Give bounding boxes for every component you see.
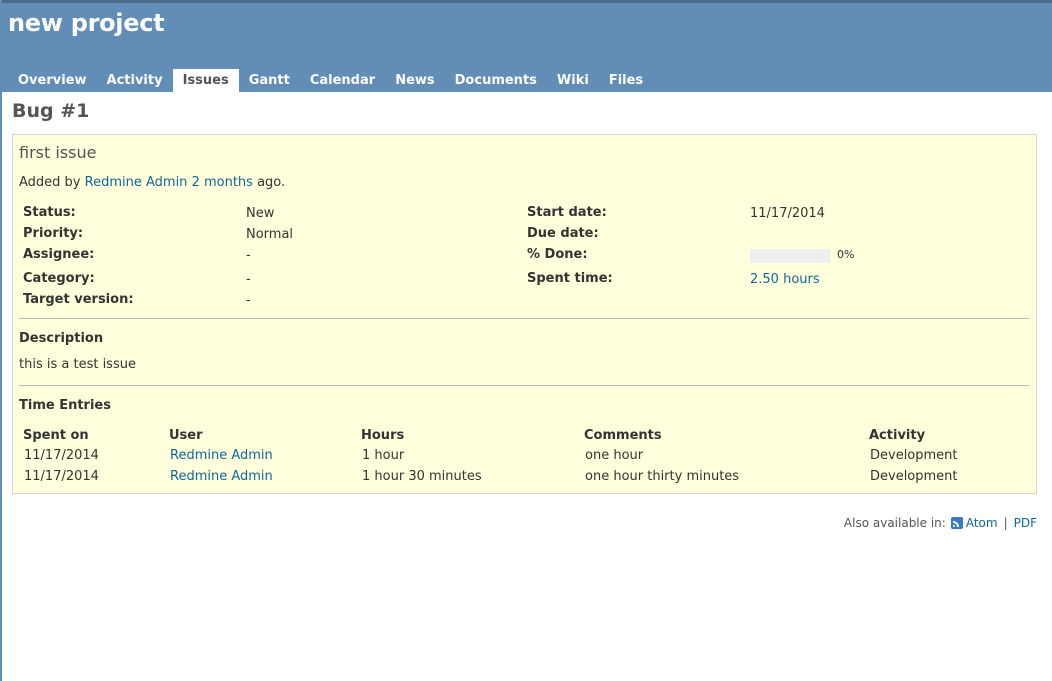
comments-cell: one hour thirty minutes: [585, 469, 740, 484]
separator: |: [1003, 516, 1008, 530]
done-percent: 0%: [837, 248, 855, 261]
status-label: Status:: [23, 205, 76, 220]
author-suffix: ago.: [257, 175, 286, 190]
priority-value: Normal: [246, 227, 294, 242]
time-entries-title: Time Entries: [19, 398, 111, 413]
project-title: new project: [8, 9, 165, 37]
done-label: % Done:: [527, 247, 588, 262]
issue-heading: Bug #1: [12, 100, 90, 122]
description-title: Description: [19, 331, 104, 346]
tab-calendar[interactable]: Calendar: [300, 69, 385, 92]
category-label: Category:: [23, 271, 95, 286]
atom-link[interactable]: Atom: [966, 516, 998, 530]
target-version-value: -: [246, 293, 251, 308]
rss-feed-icon[interactable]: [950, 517, 963, 529]
user-link[interactable]: Redmine Admin: [170, 469, 273, 484]
column-header-activity: Activity: [869, 428, 926, 443]
user-link[interactable]: Redmine Admin: [170, 448, 273, 463]
tab-wiki[interactable]: Wiki: [547, 69, 599, 92]
column-header-hours: Hours: [361, 428, 405, 443]
tab-activity[interactable]: Activity: [97, 69, 173, 92]
column-header-user: User: [169, 428, 203, 443]
start-date-value: 11/17/2014: [750, 206, 825, 221]
hours-cell: 1 hour: [362, 448, 405, 463]
start-date-label: Start date:: [527, 205, 607, 220]
other-formats-label: Also available in:: [843, 516, 946, 530]
activity-cell: Development: [870, 448, 958, 463]
content: Bug #1 first issue Added by Redmine Admi…: [0, 92, 1052, 681]
due-date-label: Due date:: [527, 226, 599, 241]
hours-cell: 1 hour 30 minutes: [362, 469, 482, 484]
assignee-value: -: [246, 248, 251, 263]
status-value: New: [246, 206, 275, 221]
category-value: -: [246, 272, 251, 287]
spent-on-cell: 11/17/2014: [24, 469, 99, 484]
spent-time-link[interactable]: 2.50 hours: [750, 272, 820, 287]
age-link[interactable]: 2 months: [192, 175, 253, 190]
main-menu: Overview Activity Issues Gantt Calendar …: [8, 69, 653, 92]
column-header-spent-on: Spent on: [23, 428, 89, 443]
tab-documents[interactable]: Documents: [445, 69, 547, 92]
pdf-link[interactable]: PDF: [1014, 516, 1037, 530]
spent-on-cell: 11/17/2014: [24, 448, 99, 463]
author-link[interactable]: Redmine Admin: [85, 175, 188, 190]
activity-cell: Development: [870, 469, 958, 484]
spent-time-label: Spent time:: [527, 271, 613, 286]
author-line: Added by Redmine Admin 2 months ago.: [19, 175, 285, 190]
tab-news[interactable]: News: [385, 69, 444, 92]
priority-label: Priority:: [23, 226, 84, 241]
issue-details: first issue Added by Redmine Admin 2 mon…: [12, 134, 1037, 494]
assignee-label: Assignee:: [23, 247, 95, 262]
tab-gantt[interactable]: Gantt: [239, 69, 300, 92]
tab-files[interactable]: Files: [599, 69, 653, 92]
tab-overview[interactable]: Overview: [8, 69, 97, 92]
other-formats: Also available in: Atom | PDF: [844, 516, 1037, 530]
author-prefix: Added by: [19, 175, 81, 190]
comments-cell: one hour: [585, 448, 644, 463]
divider: [19, 385, 1030, 386]
divider: [19, 318, 1030, 319]
done-progress-bar: [750, 249, 830, 263]
column-header-comments: Comments: [584, 428, 662, 443]
target-version-label: Target version:: [23, 292, 134, 307]
header: new project Overview Activity Issues Gan…: [0, 3, 1052, 92]
issue-subject: first issue: [19, 143, 97, 162]
description-text: this is a test issue: [19, 357, 136, 372]
tab-issues[interactable]: Issues: [172, 69, 239, 92]
